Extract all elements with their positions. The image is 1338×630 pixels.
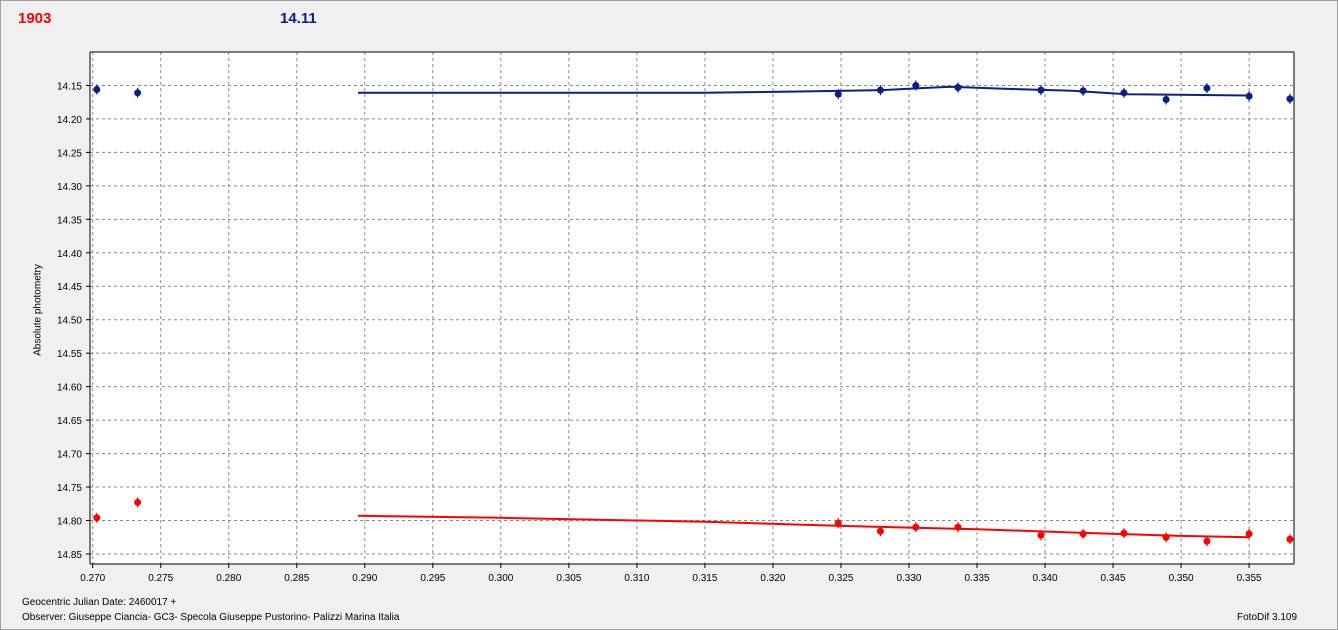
x-tick-label: 0.300 [488, 573, 513, 584]
software-label: FotoDif 3.109 [1237, 612, 1298, 623]
x-tick-label: 0.340 [1033, 573, 1058, 584]
x-tick-label: 0.280 [216, 573, 241, 584]
julian-date-label: Geocentric Julian Date: 2460017 + [22, 597, 177, 608]
y-tick-label: 14.30 [57, 182, 82, 193]
x-tick-label: 0.325 [828, 573, 853, 584]
y-tick-label: 14.80 [57, 516, 82, 527]
x-tick-label: 0.275 [148, 573, 173, 584]
y-tick-label: 14.70 [57, 450, 82, 461]
x-tick-label: 0.295 [420, 573, 445, 584]
x-tick-label: 0.345 [1101, 573, 1126, 584]
x-tick-label: 0.335 [964, 573, 989, 584]
y-tick-label: 14.35 [57, 215, 82, 226]
y-tick-label: 14.60 [57, 383, 82, 394]
y-tick-label: 14.50 [57, 316, 82, 327]
y-tick-label: 14.75 [57, 483, 82, 494]
y-tick-label: 14.20 [57, 115, 82, 126]
x-tick-label: 0.350 [1169, 573, 1194, 584]
photometry-chart: 0.270 0.275 0.280 0.285 0.290 0.295 0.300 0.305… [57, 51, 1295, 584]
y-tick-label: 14.65 [57, 416, 82, 427]
y-tick-label: 14.55 [57, 349, 82, 360]
x-tick-label: 0.290 [352, 573, 377, 584]
x-tick-label: 0.315 [692, 573, 717, 584]
x-tick-label: 0.310 [624, 573, 649, 584]
x-tick-label: 0.330 [896, 573, 921, 584]
x-tick-label: 0.285 [284, 573, 309, 584]
x-tick-label: 0.320 [760, 573, 785, 584]
x-tick-label: 0.305 [556, 573, 581, 584]
y-tick-label: 14.45 [57, 282, 82, 293]
observer-label: Observer: Giuseppe Ciancia- GC3- Specola… [22, 612, 400, 623]
y-tick-label: 14.15 [57, 81, 82, 92]
x-tick-label: 0.270 [80, 573, 105, 584]
x-tick-label: 0.355 [1237, 573, 1262, 584]
y-tick-label: 14.40 [57, 249, 82, 260]
y-tick-label: 14.85 [57, 550, 82, 561]
y-tick-label: 14.25 [57, 148, 82, 159]
